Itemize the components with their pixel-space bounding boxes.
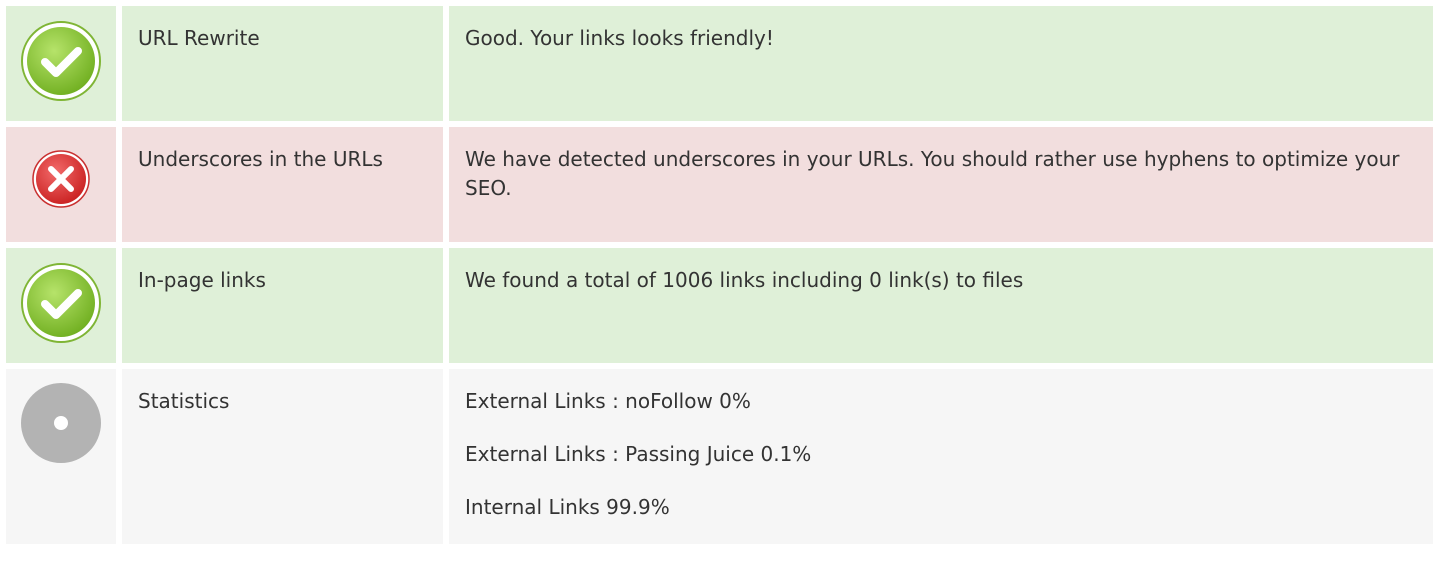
status-cell [6,127,116,242]
status-cell [6,6,116,121]
check-description: We have detected underscores in your URL… [449,127,1433,242]
result-row-url-rewrite: URL Rewrite Good. Your links looks frien… [6,6,1439,121]
result-row-in-page-links: In-page links We found a total of 1006 l… [6,248,1439,363]
neutral-circle-icon [21,383,101,463]
check-name: Statistics [122,369,443,544]
result-row-statistics: Statistics External Links : noFollow 0% … [6,369,1439,544]
stat-nofollow: External Links : noFollow 0% [465,389,751,413]
statistics-list: External Links : noFollow 0% External Li… [449,369,1433,544]
stat-internal-links: Internal Links 99.9% [465,495,670,519]
result-row-underscores: Underscores in the URLs We have detected… [6,127,1439,242]
check-description: Good. Your links looks friendly! [449,6,1433,121]
seo-results-table: URL Rewrite Good. Your links looks frien… [6,6,1439,544]
check-name: Underscores in the URLs [122,127,443,242]
stat-passing-juice: External Links : Passing Juice 0.1% [465,442,812,466]
check-name: URL Rewrite [122,6,443,121]
check-circle-icon [20,262,102,344]
status-cell [6,369,116,544]
check-circle-icon [20,20,102,102]
check-description: We found a total of 1006 links including… [449,248,1433,363]
check-name: In-page links [122,248,443,363]
x-circle-icon [31,141,91,209]
status-cell [6,248,116,363]
